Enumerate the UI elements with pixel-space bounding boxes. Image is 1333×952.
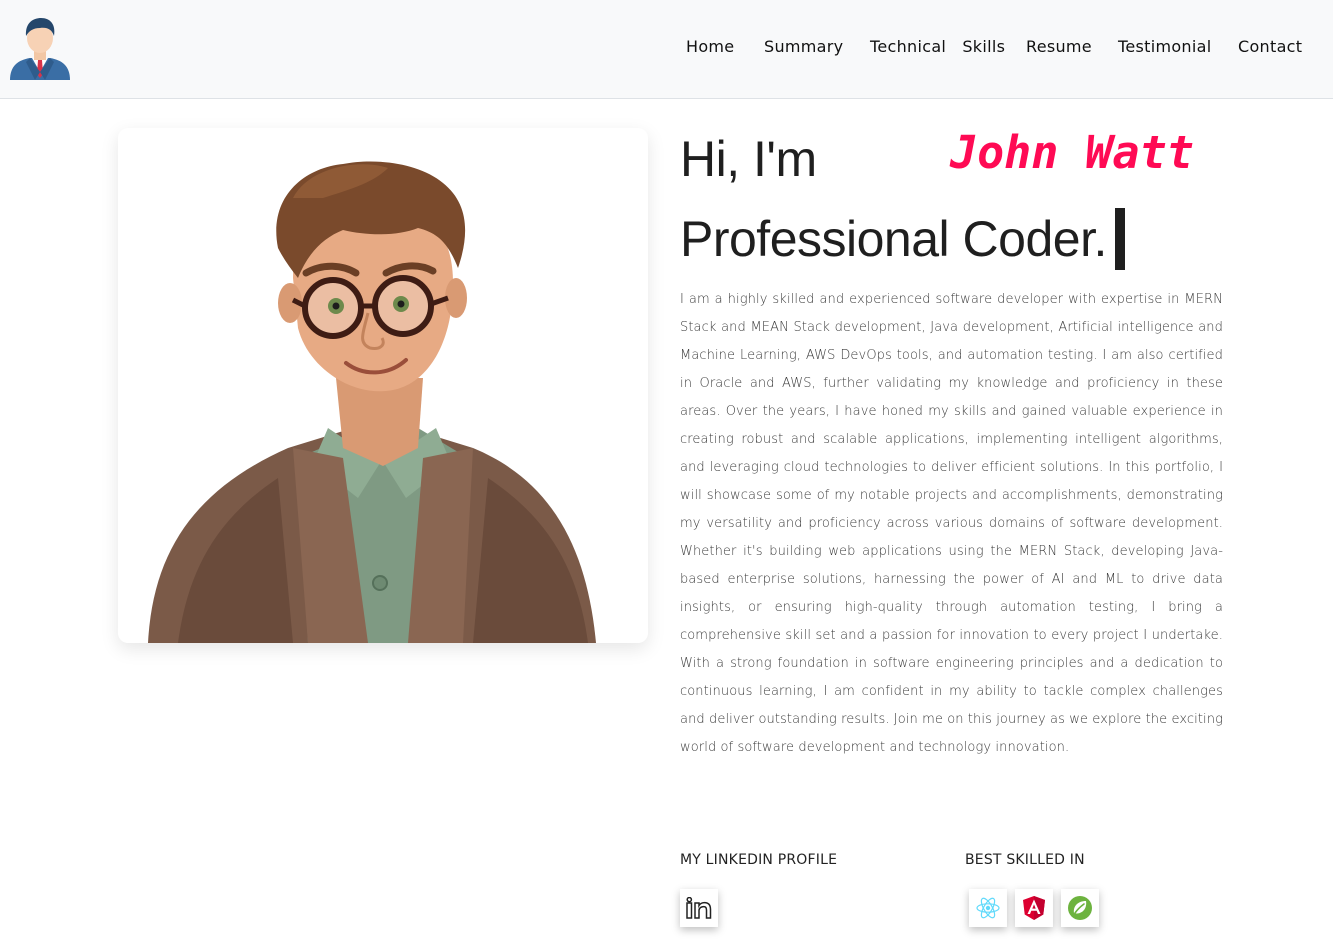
typing-cursor — [1114, 208, 1125, 270]
portrait-card — [118, 128, 648, 643]
role-heading: Professional Coder. — [680, 208, 1125, 270]
angular-icon[interactable] — [1015, 889, 1053, 927]
linkedin-icon[interactable] — [680, 889, 718, 927]
nav-menu: Home Summary Technical Skills Resume Tes… — [0, 37, 1333, 61]
bio-paragraph: I am a highly skilled and experienced so… — [680, 292, 1223, 755]
navbar: Home Summary Technical Skills Resume Tes… — [0, 0, 1333, 99]
react-icon[interactable] — [969, 889, 1007, 927]
linkedin-section-title: MY LINKEDIN PROFILE — [680, 852, 838, 868]
spring-icon[interactable] — [1061, 889, 1099, 927]
skills-section-title: BEST SKILLED IN — [965, 852, 1085, 868]
cartoon-developer-portrait — [148, 161, 596, 643]
name-heading: John Watt — [950, 126, 1194, 179]
nav-resume[interactable]: Resume — [1026, 37, 1092, 56]
role-text: Professional Coder. — [680, 211, 1107, 267]
greeting-heading: Hi, I'm — [680, 131, 817, 187]
nav-contact[interactable]: Contact — [1238, 37, 1302, 56]
nav-technical-skills[interactable]: Technical Skills — [870, 37, 1005, 56]
nav-summary[interactable]: Summary — [764, 37, 843, 56]
nav-testimonial[interactable]: Testimonial — [1118, 37, 1211, 56]
nav-home[interactable]: Home — [686, 37, 734, 56]
